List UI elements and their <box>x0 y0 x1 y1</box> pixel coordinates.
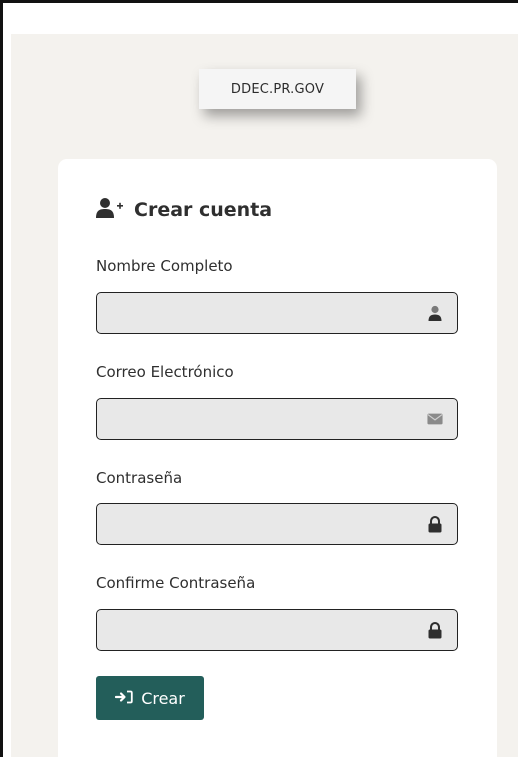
form-title: Crear cuenta <box>96 197 272 223</box>
sign-in-icon <box>115 689 133 708</box>
site-domain-label: DDEC.PR.GOV <box>230 81 325 97</box>
password-label: Contraseña <box>96 469 183 487</box>
user-plus-icon <box>96 197 124 223</box>
lock-icon <box>427 621 443 638</box>
page-background: DDEC.PR.GOV Crear cuenta Nombre Completo <box>11 34 518 777</box>
envelope-icon <box>427 411 443 427</box>
email-field[interactable] <box>96 398 458 440</box>
confirm-password-input[interactable] <box>97 610 417 650</box>
full-name-input[interactable] <box>97 293 417 333</box>
site-domain-badge: DDEC.PR.GOV <box>199 69 356 109</box>
create-button-label: Crear <box>141 688 185 708</box>
confirm-password-label: Confirme Contraseña <box>96 574 256 592</box>
create-account-card: Crear cuenta Nombre Completo Correo Elec… <box>58 159 497 777</box>
password-field[interactable] <box>96 503 458 545</box>
full-name-label: Nombre Completo <box>96 257 233 275</box>
email-input[interactable] <box>97 399 417 439</box>
form-title-text: Crear cuenta <box>134 199 273 221</box>
user-icon <box>427 305 443 321</box>
password-input[interactable] <box>97 504 417 544</box>
lock-icon <box>427 515 443 532</box>
create-account-button[interactable]: Crear <box>96 676 204 720</box>
full-name-field[interactable] <box>96 292 458 334</box>
confirm-password-field[interactable] <box>96 609 458 651</box>
email-label: Correo Electrónico <box>96 363 234 381</box>
